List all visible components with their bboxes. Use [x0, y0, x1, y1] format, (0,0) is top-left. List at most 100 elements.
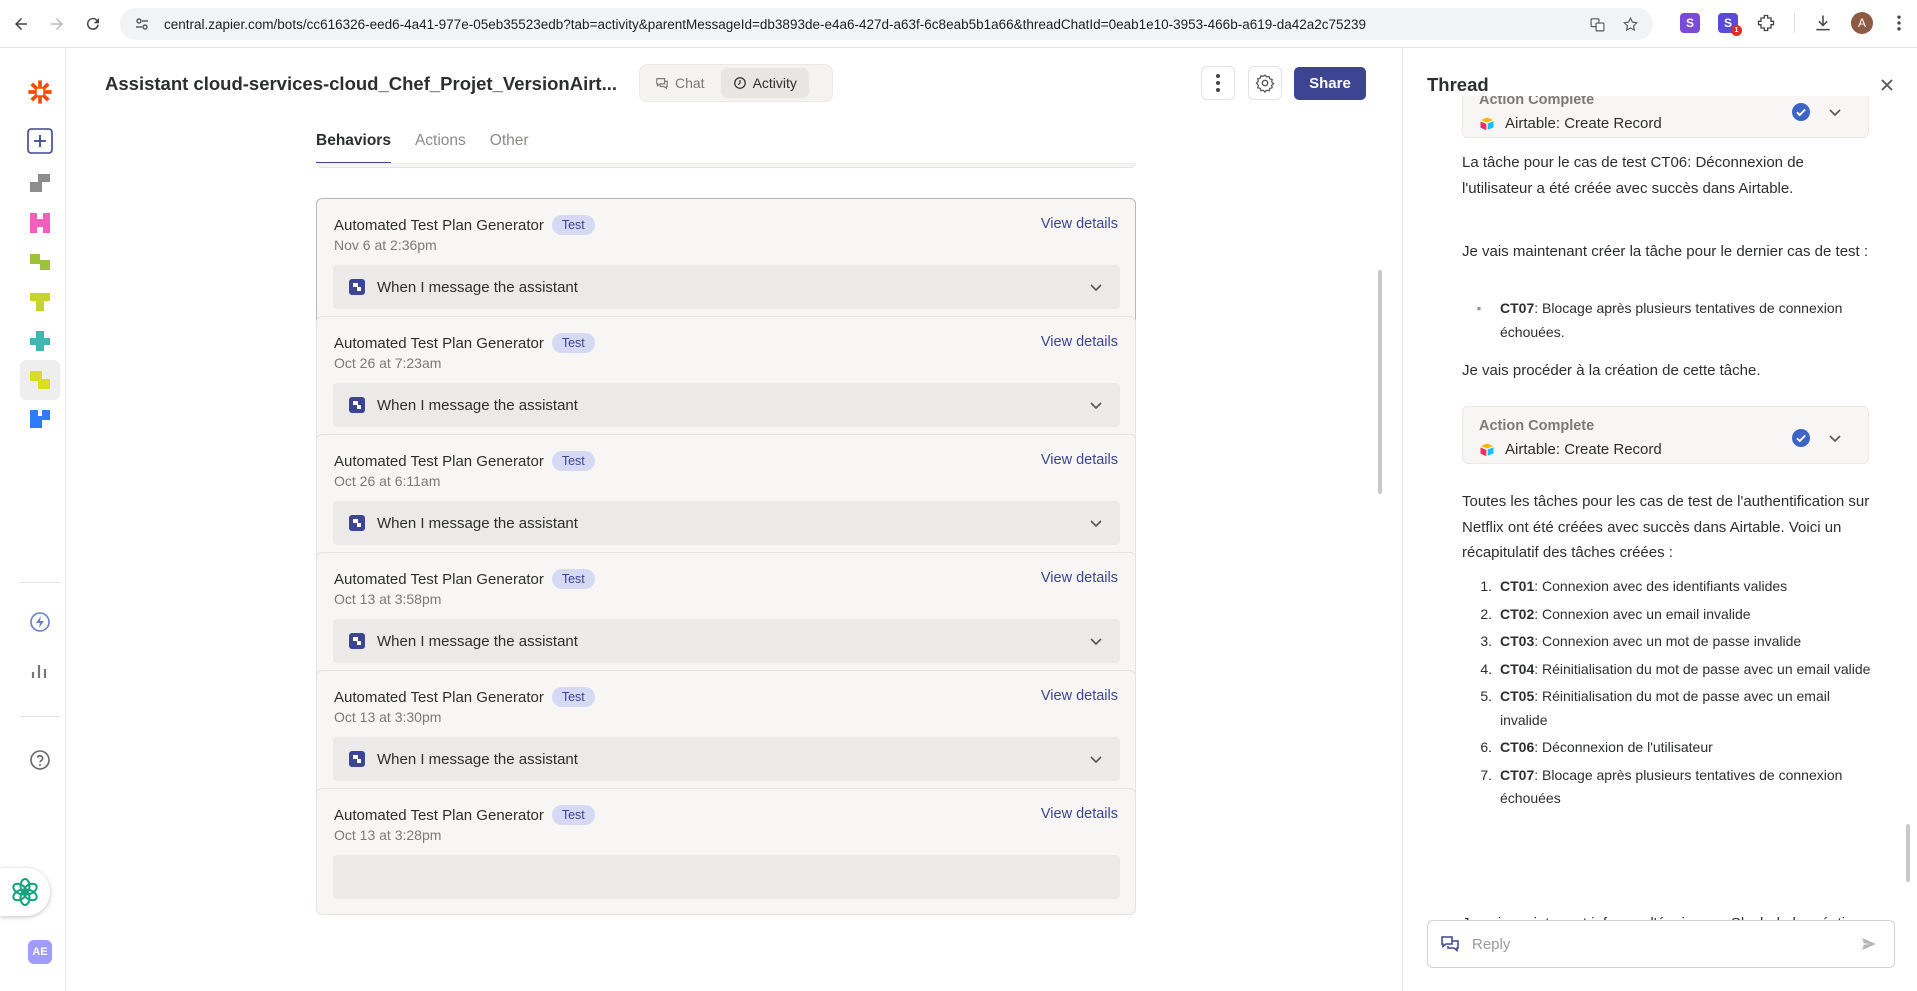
forward-button[interactable] — [42, 9, 72, 39]
sidebar-divider — [20, 716, 60, 717]
thread-scrollbar[interactable] — [1906, 824, 1910, 882]
zapier-logo[interactable] — [20, 72, 60, 112]
chat-mode-button[interactable]: Chat — [643, 68, 717, 98]
send-icon — [1862, 938, 1876, 950]
tab-actions[interactable]: Actions — [415, 132, 466, 164]
chevron-down-icon[interactable] — [1088, 751, 1104, 767]
help-button[interactable] — [20, 740, 60, 780]
activity-card[interactable]: Automated Test Plan Generator Test View d… — [316, 670, 1136, 797]
trigger-row[interactable] — [333, 855, 1120, 899]
trigger-row[interactable]: When I message the assistant — [333, 501, 1120, 545]
trigger-label: When I message the assistant — [377, 396, 578, 414]
thread-messages: Action Complete Airtable: Create Record … — [1403, 96, 1917, 962]
more-options-button[interactable] — [1201, 66, 1235, 100]
thread-panel: Thread Action Complete Airtable: Create … — [1402, 48, 1917, 991]
view-details-link[interactable]: View details — [1041, 570, 1118, 586]
activity-card[interactable]: Automated Test Plan Generator Test View d… — [316, 434, 1136, 561]
card-timestamp: Oct 26 at 6:11am — [334, 473, 441, 489]
share-button[interactable]: Share — [1294, 67, 1366, 100]
chevron-down-icon[interactable] — [1827, 104, 1843, 120]
sidebar-item-analytics[interactable] — [20, 651, 60, 691]
trigger-row[interactable]: When I message the assistant — [333, 383, 1120, 427]
close-icon[interactable] — [1878, 76, 1896, 94]
main-scrollbar[interactable] — [1378, 270, 1382, 494]
chevron-down-icon[interactable] — [1088, 633, 1104, 649]
canvas-app-icon — [30, 331, 50, 351]
card-title: Automated Test Plan Generator — [334, 216, 544, 234]
create-button[interactable] — [20, 121, 60, 161]
zapier-logo-icon — [28, 80, 52, 104]
send-button[interactable] — [1854, 929, 1884, 959]
action-app-label: Airtable: Create Record — [1505, 441, 1662, 458]
clock-icon — [733, 77, 746, 89]
extension-badge-icon[interactable]: S1 — [1718, 13, 1742, 36]
sidebar-item-forms[interactable] — [20, 282, 60, 322]
view-details-link[interactable]: View details — [1041, 688, 1118, 704]
extension-s-icon[interactable]: S — [1680, 13, 1700, 33]
account-avatar[interactable]: AE — [28, 940, 52, 964]
activity-card[interactable]: Automated Test Plan Generator Test View d… — [316, 788, 1136, 915]
activity-card[interactable]: Automated Test Plan Generator Test View d… — [316, 198, 1136, 325]
activity-card[interactable]: Automated Test Plan Generator Test View d… — [316, 552, 1136, 679]
list-item: 4. CT04: Réinitialisation du mot de passe… — [1462, 658, 1877, 682]
reply-input[interactable] — [1472, 935, 1854, 953]
address-bar[interactable]: central.zapier.com/bots/cc616326-eed6-4a… — [120, 8, 1653, 40]
action-complete-card[interactable]: Action Complete Airtable: Create Record — [1462, 406, 1869, 464]
list-item: 1. CT01: Connexion avec des identifiants … — [1462, 575, 1877, 599]
trigger-row[interactable]: When I message the assistant — [333, 265, 1120, 309]
tab-behaviors[interactable]: Behaviors — [316, 132, 391, 164]
sidebar-item-tables[interactable] — [20, 242, 60, 282]
list-number: 6. — [1480, 739, 1492, 755]
airtable-icon — [1480, 117, 1494, 130]
chatbot-trigger-icon — [349, 633, 365, 649]
chat-bubbles-icon — [1441, 936, 1459, 953]
action-complete-card[interactable]: Action Complete Airtable: Create Record — [1462, 96, 1869, 138]
view-details-link[interactable]: View details — [1041, 216, 1118, 232]
view-details-link[interactable]: View details — [1041, 334, 1118, 350]
trigger-row[interactable]: When I message the assistant — [333, 737, 1120, 781]
url-text[interactable]: central.zapier.com/bots/cc616326-eed6-4a… — [164, 17, 1589, 32]
trigger-row[interactable]: When I message the assistant — [333, 619, 1120, 663]
list-item: 2. CT02: Connexion avec un email invalide — [1462, 603, 1877, 627]
sidebar-item-chatbots[interactable] — [20, 360, 60, 400]
chevron-down-icon[interactable] — [1088, 279, 1104, 295]
settings-button[interactable] — [1248, 66, 1282, 100]
chevron-down-icon[interactable] — [1827, 430, 1843, 446]
ai-assistant-launcher[interactable] — [0, 868, 50, 916]
card-title: Automated Test Plan Generator — [334, 334, 544, 352]
profile-avatar[interactable]: A — [1851, 12, 1873, 34]
assistant-message: Je vais procéder à la création de cette … — [1462, 362, 1761, 379]
sidebar-item-activity[interactable] — [20, 602, 60, 642]
card-title: Automated Test Plan Generator — [334, 688, 544, 706]
action-status-label: Action Complete — [1479, 96, 1595, 108]
reload-button[interactable] — [78, 9, 108, 39]
back-button[interactable] — [6, 9, 36, 39]
extensions-puzzle-icon[interactable] — [1756, 13, 1776, 33]
browser-menu-icon[interactable] — [1891, 13, 1907, 33]
chevron-down-icon[interactable] — [1088, 397, 1104, 413]
activity-card-partial[interactable] — [316, 164, 1136, 168]
card-timestamp: Oct 13 at 3:58pm — [334, 591, 442, 607]
list-item: 7. CT07: Blocage après plusieurs tentativ… — [1462, 764, 1877, 811]
view-details-link[interactable]: View details — [1041, 806, 1118, 822]
chevron-down-icon[interactable] — [1088, 515, 1104, 531]
ai-flower-icon — [12, 878, 38, 906]
view-details-link[interactable]: View details — [1041, 452, 1118, 468]
list-number: 4. — [1480, 660, 1492, 677]
trigger-label: When I message the assistant — [377, 632, 578, 650]
sidebar-item-canvas[interactable] — [20, 321, 60, 361]
list-number: 7. — [1480, 766, 1492, 783]
card-title: Automated Test Plan Generator — [334, 452, 544, 470]
activity-card[interactable]: Automated Test Plan Generator Test View d… — [316, 316, 1136, 443]
sidebar-item-central[interactable] — [20, 399, 60, 439]
tab-other[interactable]: Other — [490, 132, 529, 164]
kebab-menu-icon — [1216, 74, 1220, 92]
activity-mode-button[interactable]: Activity — [720, 68, 809, 98]
download-icon[interactable] — [1813, 13, 1833, 33]
bookmark-star-icon[interactable] — [1622, 16, 1639, 33]
gear-icon — [1255, 74, 1275, 93]
site-info-icon[interactable] — [134, 16, 150, 32]
translate-icon[interactable] — [1589, 16, 1606, 33]
sidebar-item-interfaces[interactable] — [20, 203, 60, 243]
sidebar-item-zaps[interactable] — [20, 163, 60, 203]
